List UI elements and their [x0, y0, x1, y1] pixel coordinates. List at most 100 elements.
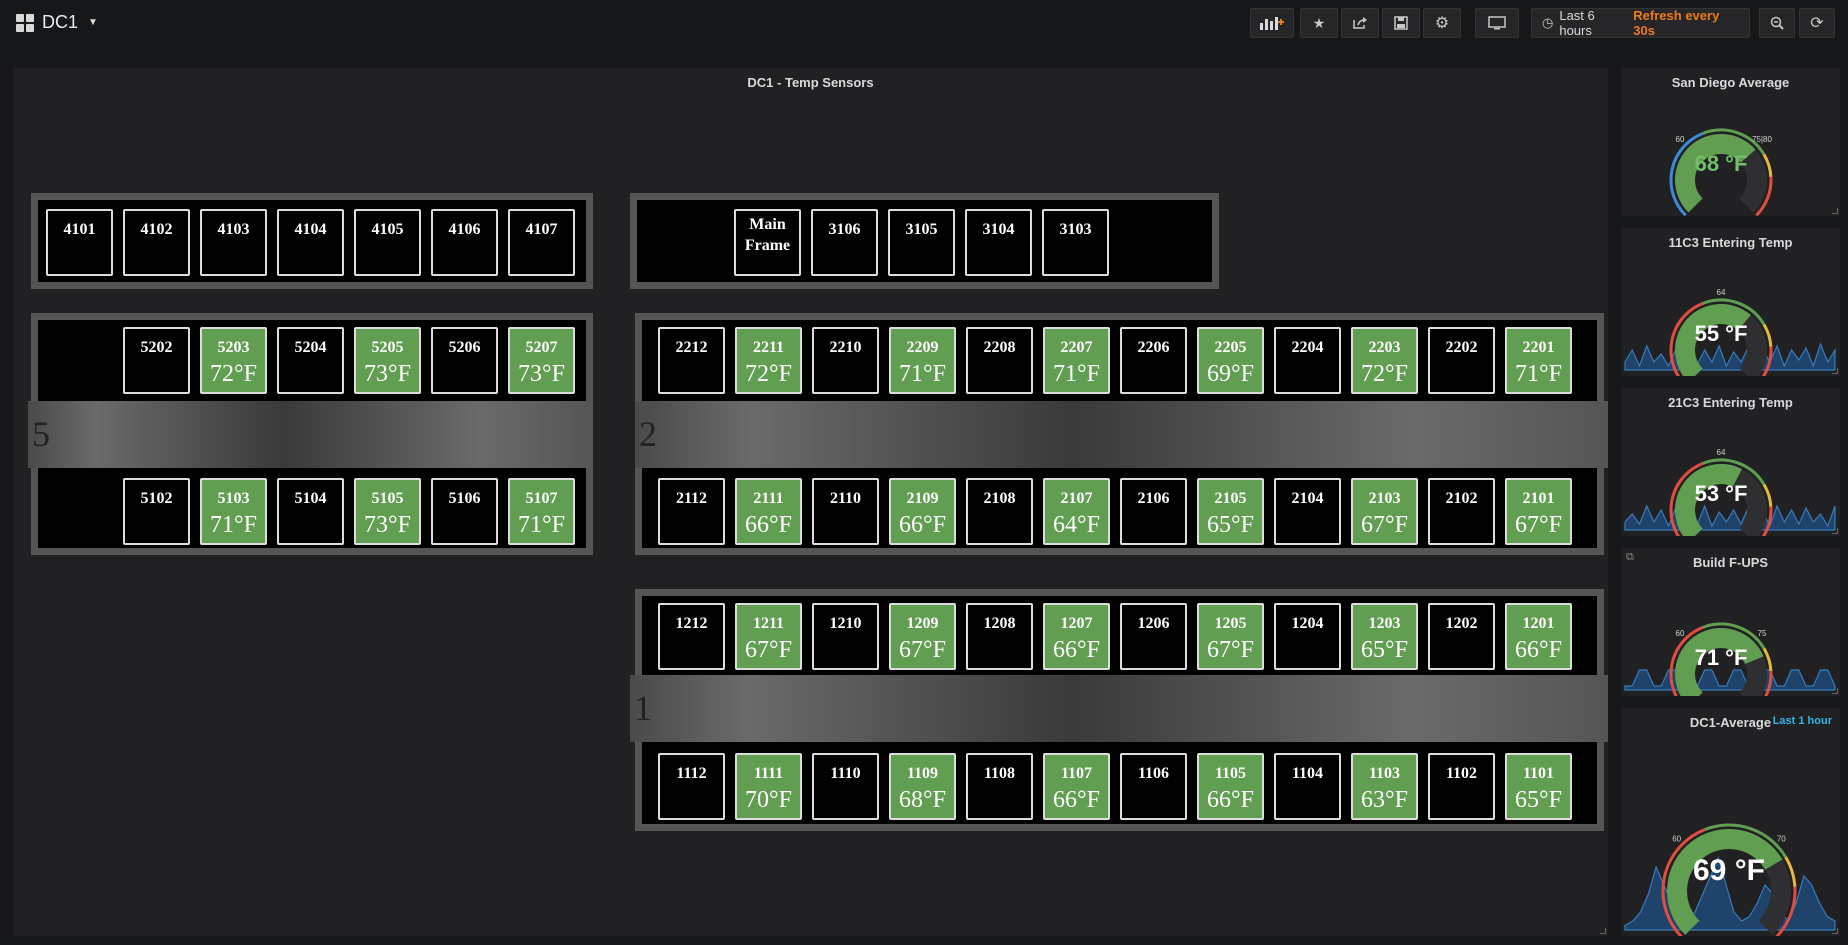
sensor-cell-1109[interactable]: 1109 68°F	[889, 753, 956, 820]
sensor-cell-2207[interactable]: 2207 71°F	[1043, 327, 1110, 394]
sensor-cell-2109[interactable]: 2109 66°F	[889, 478, 956, 545]
dashboard-title: DC1	[42, 12, 79, 32]
sensor-cell-5104[interactable]: 5104	[277, 478, 344, 545]
panel-title: DC1 - Temp Sensors	[747, 75, 874, 90]
sensor-cell-2112[interactable]: 2112	[658, 478, 725, 545]
sensor-cell-1201[interactable]: 1201 66°F	[1505, 603, 1572, 670]
sensor-cell-5103[interactable]: 5103 71°F	[200, 478, 267, 545]
sensor-cell-2202[interactable]: 2202	[1428, 327, 1495, 394]
refresh-button[interactable]: ⟳	[1799, 8, 1835, 38]
sensor-cell-5105[interactable]: 5105 73°F	[354, 478, 421, 545]
sensor-cell-2108[interactable]: 2108	[966, 478, 1033, 545]
sensor-cell-1208[interactable]: 1208	[966, 603, 1033, 670]
share-dashboard-button[interactable]	[1341, 8, 1379, 38]
sensor-cell-1212[interactable]: 1212	[658, 603, 725, 670]
sensor-cell-1112[interactable]: 1112	[658, 753, 725, 820]
sensor-cell-1211[interactable]: 1211 67°F	[735, 603, 802, 670]
panel-resize-handle[interactable]	[1832, 688, 1838, 694]
add-panel-button[interactable]	[1250, 8, 1294, 38]
sensor-cell-2211[interactable]: 2211 72°F	[735, 327, 802, 394]
gauge-value: 71 °F	[1695, 645, 1748, 670]
sensor-cell-2104[interactable]: 2104	[1274, 478, 1341, 545]
sensor-cell-4105[interactable]: 4105	[354, 209, 421, 276]
sensor-cell-4103[interactable]: 4103	[200, 209, 267, 276]
sensor-cell-1206[interactable]: 1206	[1120, 603, 1187, 670]
sensor-cell-1105[interactable]: 1105 66°F	[1197, 753, 1264, 820]
sensor-id: 1105	[1214, 765, 1247, 782]
panel-resize-handle[interactable]	[1600, 928, 1606, 934]
sensor-cell-2101[interactable]: 2101 67°F	[1505, 478, 1572, 545]
sensor-cell-1204[interactable]: 1204	[1274, 603, 1341, 670]
sensor-id: 1212	[675, 615, 708, 632]
sensor-id: 5105	[371, 490, 404, 507]
sensor-cell-2206[interactable]: 2206	[1120, 327, 1187, 394]
sensor-cell-1205[interactable]: 1205 67°F	[1197, 603, 1264, 670]
sensor-cell-3105[interactable]: 3105	[888, 209, 955, 276]
sensor-cell-3106[interactable]: 3106	[811, 209, 878, 276]
gauge-build-f-ups: 060758071 °F	[1624, 622, 1836, 696]
sensor-cell-2201[interactable]: 2201 71°F	[1505, 327, 1572, 394]
sensor-cell-4106[interactable]: 4106	[431, 209, 498, 276]
sensor-cell-2103[interactable]: 2103 67°F	[1351, 478, 1418, 545]
time-picker-button[interactable]: ◷ Last 6 hours Refresh every 30s	[1531, 8, 1750, 38]
sensor-cell-2210[interactable]: 2210	[812, 327, 879, 394]
sensor-cell-1203[interactable]: 1203 65°F	[1351, 603, 1418, 670]
sensor-cell-2111[interactable]: 2111 66°F	[735, 478, 802, 545]
sensor-cell-4102[interactable]: 4102	[123, 209, 190, 276]
sensor-cell-5207[interactable]: 5207 73°F	[508, 327, 575, 394]
sensor-temp: 67°F	[1207, 637, 1254, 663]
sensor-cell-1108[interactable]: 1108	[966, 753, 1033, 820]
dashboard-picker[interactable]: DC1 ▼	[16, 12, 98, 33]
sensor-cell-main-frame[interactable]: Main Frame	[734, 209, 801, 276]
sensor-cell-5205[interactable]: 5205 73°F	[354, 327, 421, 394]
sensor-cell-1102[interactable]: 1102	[1428, 753, 1495, 820]
sensor-cell-2205[interactable]: 2205 69°F	[1197, 327, 1264, 394]
sensor-cell-1210[interactable]: 1210	[812, 603, 879, 670]
panel-resize-handle[interactable]	[1832, 208, 1838, 214]
sensor-cell-4101[interactable]: 4101	[46, 209, 113, 276]
sensor-cell-1207[interactable]: 1207 66°F	[1043, 603, 1110, 670]
sensor-cell-2106[interactable]: 2106	[1120, 478, 1187, 545]
sensor-id: 2101	[1522, 490, 1555, 507]
sensor-cell-1209[interactable]: 1209 67°F	[889, 603, 956, 670]
sensor-cell-3104[interactable]: 3104	[965, 209, 1032, 276]
sensor-cell-4107[interactable]: 4107	[508, 209, 575, 276]
panel-resize-handle[interactable]	[1832, 928, 1838, 934]
sensor-cell-2203[interactable]: 2203 72°F	[1351, 327, 1418, 394]
sensor-cell-2105[interactable]: 2105 65°F	[1197, 478, 1264, 545]
sensor-cell-2212[interactable]: 2212	[658, 327, 725, 394]
sensor-cell-2208[interactable]: 2208	[966, 327, 1033, 394]
save-dashboard-button[interactable]	[1382, 8, 1420, 38]
zoom-out-button[interactable]	[1759, 8, 1795, 38]
sensor-id: 2207	[1060, 339, 1093, 356]
sensor-cell-5106[interactable]: 5106	[431, 478, 498, 545]
dashboard-settings-button[interactable]: ⚙	[1423, 8, 1461, 38]
sensor-cell-1103[interactable]: 1103 63°F	[1351, 753, 1418, 820]
star-dashboard-button[interactable]: ★	[1300, 8, 1338, 38]
sensor-cell-1106[interactable]: 1106	[1120, 753, 1187, 820]
sensor-cell-2102[interactable]: 2102	[1428, 478, 1495, 545]
sensor-cell-5107[interactable]: 5107 71°F	[508, 478, 575, 545]
sensor-cell-2209[interactable]: 2209 71°F	[889, 327, 956, 394]
sensor-cell-2110[interactable]: 2110	[812, 478, 879, 545]
sensor-cell-3103[interactable]: 3103	[1042, 209, 1109, 276]
sensor-cell-5204[interactable]: 5204	[277, 327, 344, 394]
sensor-cell-1111[interactable]: 1111 70°F	[735, 753, 802, 820]
sensor-cell-1110[interactable]: 1110	[812, 753, 879, 820]
sensor-cell-1101[interactable]: 1101 65°F	[1505, 753, 1572, 820]
sensor-cell-1202[interactable]: 1202	[1428, 603, 1495, 670]
sensor-cell-1104[interactable]: 1104	[1274, 753, 1341, 820]
sensor-cell-2204[interactable]: 2204	[1274, 327, 1341, 394]
sensor-cell-1107[interactable]: 1107 66°F	[1043, 753, 1110, 820]
tv-mode-button[interactable]	[1475, 8, 1519, 38]
sensor-cell-5203[interactable]: 5203 72°F	[200, 327, 267, 394]
panel-resize-handle[interactable]	[1832, 528, 1838, 534]
sensor-cell-4104[interactable]: 4104	[277, 209, 344, 276]
sensor-temp: 66°F	[1515, 637, 1562, 663]
sensor-cell-2107[interactable]: 2107 64°F	[1043, 478, 1110, 545]
sensor-cell-5202[interactable]: 5202	[123, 327, 190, 394]
sensor-id: 2106	[1137, 490, 1170, 507]
sensor-cell-5102[interactable]: 5102	[123, 478, 190, 545]
sensor-cell-5206[interactable]: 5206	[431, 327, 498, 394]
panel-resize-handle[interactable]	[1832, 368, 1838, 374]
